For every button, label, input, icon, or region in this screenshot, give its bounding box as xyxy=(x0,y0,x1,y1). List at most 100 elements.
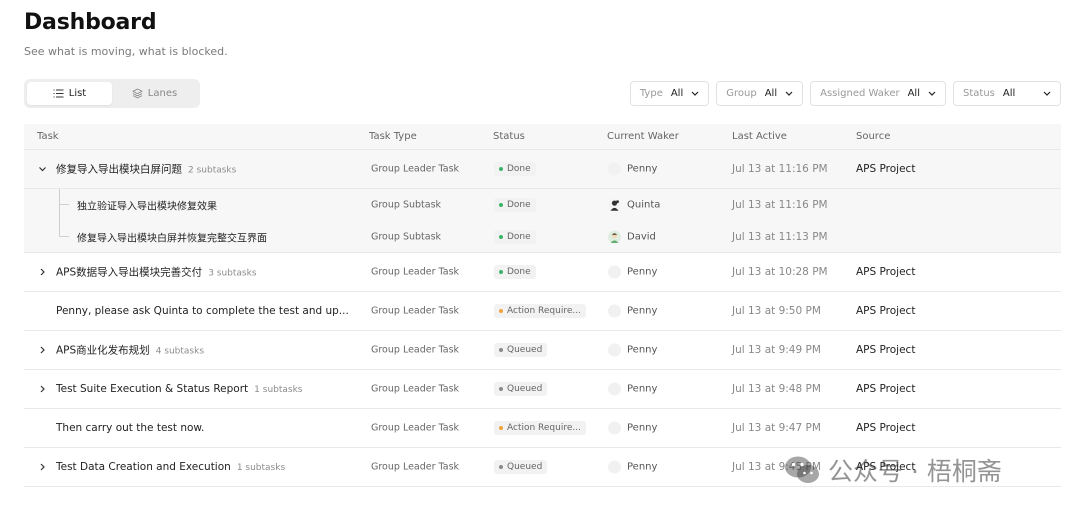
task-cell: Test Data Creation and Execution 1 subtas… xyxy=(56,461,285,473)
tree-branch xyxy=(59,204,69,205)
list-view-label: List xyxy=(68,88,87,99)
table-row[interactable]: Penny, please ask Quinta to complete the… xyxy=(24,292,1061,331)
task-title: 独立验证导入导出模块修复效果 xyxy=(77,201,217,213)
status-cell: Done xyxy=(494,230,536,244)
view-toggle: List Lanes xyxy=(24,79,200,108)
last-active: Jul 13 at 10:28 PM xyxy=(732,266,828,278)
last-active: Jul 13 at 9:47 PM xyxy=(732,422,821,434)
task-type: Group Leader Task xyxy=(371,422,460,434)
task-cell: Penny, please ask Quinta to complete the… xyxy=(56,305,349,317)
task-table: Task Task Type Status Current Waker Last… xyxy=(24,124,1061,487)
task-title: 修复导入导出模块白屏问题 xyxy=(56,163,182,176)
table-row[interactable]: Then carry out the test now. Group Leader… xyxy=(24,409,1061,448)
assigned-waker-filter[interactable]: Assigned Waker All xyxy=(810,81,946,106)
status-cell: Queued xyxy=(494,382,548,396)
last-active: Jul 13 at 11:13 PM xyxy=(732,231,828,243)
table-row[interactable]: APS商业化发布规划 4 subtasks Group Leader Task Que… xyxy=(24,331,1061,370)
subtask-count: 1 subtasks xyxy=(254,385,303,395)
status-badge: Done xyxy=(494,230,536,244)
task-title: APS商业化发布规划 xyxy=(56,344,150,357)
lanes-view-label: Lanes xyxy=(147,88,178,99)
type-filter-value: All xyxy=(670,88,684,99)
table-row[interactable]: Test Suite Execution & Status Report 1 su… xyxy=(24,370,1061,409)
status-cell: Done xyxy=(494,265,536,279)
current-waker: Quinta xyxy=(608,198,660,212)
status-cell: Queued xyxy=(494,460,548,474)
source: APS Project xyxy=(856,305,916,317)
group-filter[interactable]: Group All xyxy=(716,81,804,106)
current-waker: Penny xyxy=(608,304,657,318)
waker-name: Penny xyxy=(627,461,658,473)
list-view-button[interactable]: List xyxy=(27,82,112,105)
column-header-status: Status xyxy=(493,131,525,142)
status-label: Done xyxy=(507,232,531,242)
status-dot-icon xyxy=(499,348,503,352)
table-row[interactable]: APS数据导入导出模块完善交付 3 subtasks Group Leader Ta… xyxy=(24,253,1061,292)
task-type: Group Leader Task xyxy=(371,305,460,317)
status-label: Action Require... xyxy=(507,306,581,316)
avatar-placeholder xyxy=(608,382,621,396)
current-waker: Penny xyxy=(608,460,658,474)
chevron-right-icon[interactable] xyxy=(38,346,47,355)
table-row[interactable]: Test Data Creation and Execution 1 subtas… xyxy=(24,448,1061,487)
task-title: Test Data Creation and Execution xyxy=(56,461,231,473)
task-cell: Then carry out the test now. xyxy=(56,422,204,434)
table-row[interactable]: 修复导入导出模块白屏问题 2 subtasks Group Leader Task D… xyxy=(24,150,1061,189)
chevron-right-icon[interactable] xyxy=(38,463,47,472)
lanes-view-button[interactable]: Lanes xyxy=(112,82,197,105)
task-cell: APS数据导入导出模块完善交付 3 subtasks xyxy=(56,265,257,280)
page-title: Dashboard xyxy=(24,10,157,35)
status-dot-icon xyxy=(499,387,503,391)
task-type: Group Subtask xyxy=(371,231,442,243)
status-badge: Done xyxy=(494,198,536,212)
status-dot-icon xyxy=(499,235,503,239)
type-filter[interactable]: Type All xyxy=(629,81,710,106)
type-filter-label: Type xyxy=(639,88,663,99)
status-label: Queued xyxy=(507,384,543,394)
status-badge: Action Require... xyxy=(494,304,586,318)
assigned-waker-filter-label: Assigned Waker xyxy=(820,88,900,99)
subtask-row[interactable]: 独立验证导入导出模块修复效果 Group Subtask Done Quinta Jul… xyxy=(24,189,1061,221)
chevron-right-icon[interactable] xyxy=(38,385,47,394)
task-title: 修复导入导出模块白屏并恢复完整交互界面 xyxy=(77,233,267,245)
last-active: Jul 13 at 9:45 PM xyxy=(732,461,821,473)
column-header-source: Source xyxy=(856,131,891,142)
status-badge: Done xyxy=(494,265,536,279)
avatar-placeholder xyxy=(608,460,621,474)
layers-icon xyxy=(132,88,143,99)
chevron-down-icon xyxy=(691,91,699,96)
table-header: Task Task Type Status Current Waker Last… xyxy=(24,124,1061,150)
group-filter-label: Group xyxy=(726,88,757,99)
last-active: Jul 13 at 11:16 PM xyxy=(732,163,828,175)
status-label: Done xyxy=(507,164,531,174)
table-body: 修复导入导出模块白屏问题 2 subtasks Group Leader Task D… xyxy=(24,150,1061,487)
waker-name: Penny xyxy=(627,163,658,175)
status-filter-label: Status xyxy=(963,88,995,99)
task-type: Group Leader Task xyxy=(371,266,460,278)
tree-branch xyxy=(59,236,69,237)
group-filter-value: All xyxy=(764,88,778,99)
status-label: Done xyxy=(507,200,531,210)
task-type: Group Leader Task xyxy=(371,461,460,473)
current-waker: David xyxy=(608,230,656,244)
status-filter[interactable]: Status All xyxy=(953,81,1061,106)
status-cell: Action Require... xyxy=(494,421,586,435)
avatar-quinta xyxy=(608,198,621,212)
source: APS Project xyxy=(856,266,916,278)
status-dot-icon xyxy=(499,426,503,430)
status-dot-icon xyxy=(499,167,503,171)
status-cell: Queued xyxy=(494,343,548,357)
current-waker: Penny xyxy=(608,421,657,435)
status-badge: Done xyxy=(494,162,536,176)
subtask-count: 3 subtasks xyxy=(208,268,257,279)
chevron-down-icon[interactable] xyxy=(38,165,47,174)
status-badge: Action Require... xyxy=(494,421,586,435)
task-cell: 修复导入导出模块白屏问题 2 subtasks xyxy=(56,162,236,177)
status-cell: Done xyxy=(494,198,536,212)
avatar-placeholder xyxy=(608,265,621,279)
avatar-david xyxy=(608,230,621,244)
chevron-right-icon[interactable] xyxy=(38,268,47,277)
subtask-row[interactable]: 修复导入导出模块白屏并恢复完整交互界面 Group Subtask Done Davi… xyxy=(24,221,1061,253)
chevron-down-icon xyxy=(785,91,793,96)
task-cell: 独立验证导入导出模块修复效果 xyxy=(77,198,217,213)
